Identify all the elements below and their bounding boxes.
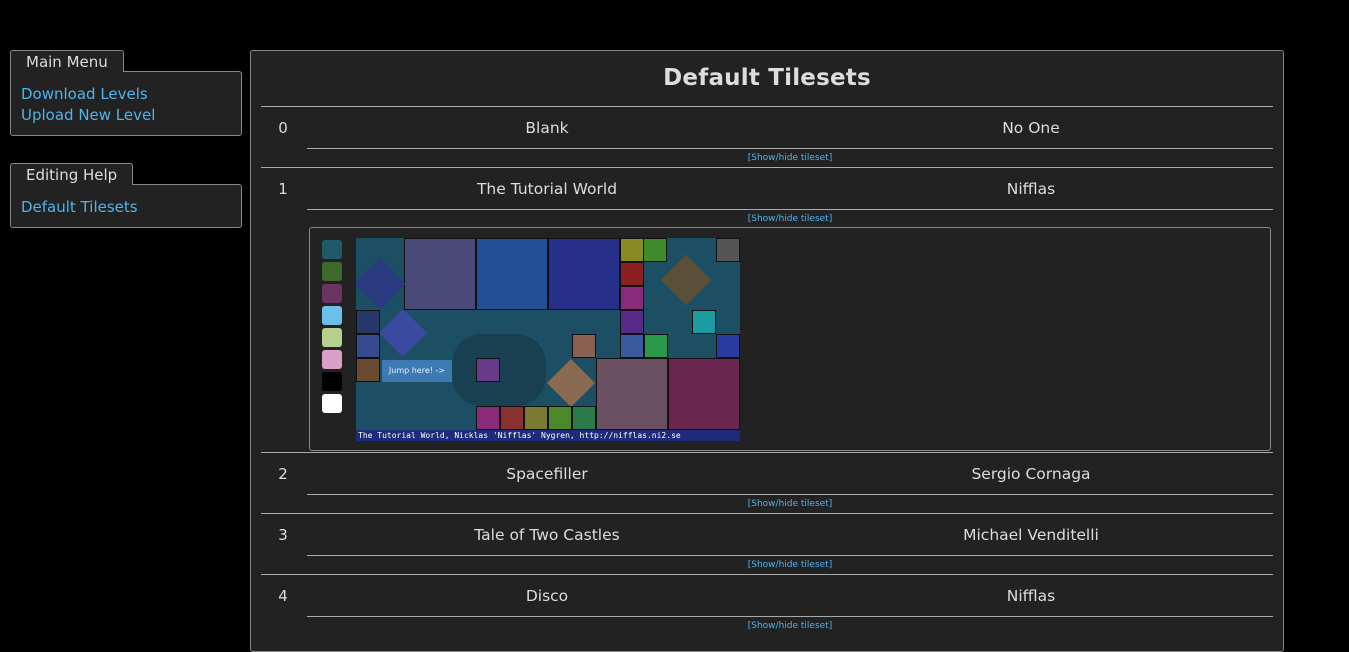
tileset-number: 2 — [278, 465, 288, 483]
default-tilesets-link[interactable]: Default Tilesets — [21, 197, 231, 218]
tileset-row-2: 2 Spacefiller Sergio Cornaga — [251, 453, 1283, 493]
divider — [307, 494, 1273, 495]
tileset-number: 0 — [278, 119, 288, 137]
main-menu-title: Main Menu — [10, 50, 124, 72]
tileset-author: Michael Venditelli — [963, 526, 1099, 544]
divider — [307, 616, 1273, 617]
tileset-name: Spacefiller — [506, 465, 588, 483]
tileset-row-4: 4 Disco Nifflas — [251, 575, 1283, 615]
color-swatch — [322, 284, 342, 303]
show-hide-tileset-link-1[interactable]: [Show/hide tileset] — [307, 212, 1273, 226]
show-hide-tileset-link-3[interactable]: [Show/hide tileset] — [307, 558, 1273, 572]
download-levels-link[interactable]: Download Levels — [21, 84, 231, 105]
tileset-number: 4 — [278, 587, 288, 605]
divider — [307, 555, 1273, 556]
tileset-name: Blank — [525, 119, 569, 137]
tileset-image: Jump here! -> The Tutorial World, Nickla… — [356, 238, 740, 441]
show-hide-tileset-link-4[interactable]: [Show/hide tileset] — [307, 619, 1273, 633]
upload-new-level-link[interactable]: Upload New Level — [21, 105, 231, 126]
tileset-row-1: 1 The Tutorial World Nifflas — [251, 168, 1283, 208]
color-swatch — [322, 350, 342, 369]
tileset-preview: Jump here! -> The Tutorial World, Nickla… — [309, 227, 1271, 451]
tileset-name: Tale of Two Castles — [474, 526, 620, 544]
color-swatch — [322, 372, 342, 391]
tileset-row-3: 3 Tale of Two Castles Michael Venditelli — [251, 514, 1283, 554]
editing-help-title: Editing Help — [10, 163, 134, 185]
main-menu-links: Download Levels Upload New Level — [10, 71, 242, 136]
tileset-author: Sergio Cornaga — [971, 465, 1091, 483]
show-hide-tileset-link-2[interactable]: [Show/hide tileset] — [307, 497, 1273, 511]
tilesets-panel: Default Tilesets 0 Blank No One [Show/hi… — [250, 50, 1284, 652]
show-hide-tileset-link-0[interactable]: [Show/hide tileset] — [307, 151, 1273, 165]
tileset-row-0: 0 Blank No One — [251, 107, 1283, 147]
tileset-author: Nifflas — [1006, 180, 1056, 198]
main-menu-panel: Main Menu Download Levels Upload New Lev… — [10, 50, 242, 136]
color-swatches — [322, 240, 342, 416]
color-swatch — [322, 328, 342, 347]
tileset-author: No One — [1002, 119, 1060, 137]
color-swatch — [322, 240, 342, 259]
jump-here-sign: Jump here! -> — [382, 360, 452, 382]
tileset-name: Disco — [525, 587, 569, 605]
editing-help-panel: Editing Help Default Tilesets — [10, 163, 242, 228]
color-swatch — [322, 306, 342, 325]
color-swatch — [322, 394, 342, 413]
color-swatch — [322, 262, 342, 281]
tileset-number: 1 — [278, 180, 288, 198]
tileset-number: 3 — [278, 526, 288, 544]
tileset-author: Nifflas — [1006, 587, 1056, 605]
tileset-name: The Tutorial World — [476, 180, 618, 198]
page-title: Default Tilesets — [663, 65, 871, 91]
editing-help-links: Default Tilesets — [10, 184, 242, 228]
divider — [307, 148, 1273, 149]
tileset-caption: The Tutorial World, Nicklas 'Nifflas' Ny… — [356, 430, 740, 441]
divider — [307, 209, 1273, 210]
